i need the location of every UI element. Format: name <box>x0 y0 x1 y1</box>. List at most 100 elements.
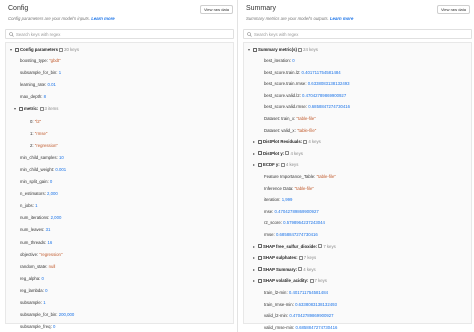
config-row: subsample_for_bin: 200,000 <box>20 310 74 319</box>
config-row-value: "rmse" <box>34 130 48 136</box>
config-row-key: random_state: <box>20 263 48 269</box>
config-tree: ▾ Config parameters 20 keys boosting_type… <box>5 42 234 329</box>
summary-row-key: SHAP free_sulfur_dioxide: <box>263 243 318 249</box>
summary-view-raw-button[interactable]: View raw data <box>436 5 470 14</box>
summary-search-placeholder: Search keys with regex <box>254 32 299 37</box>
summary-row-key: best_score.valid.l2: <box>264 92 301 98</box>
object-icon <box>258 244 262 249</box>
summary-row: best_score.train.l2: 0.401711754581484 <box>264 68 341 77</box>
summary-row: Dataset: train_x: "table-file" <box>264 114 316 123</box>
summary-row-key: best_score.train.rmse: <box>264 81 307 87</box>
summary-row: valid_rmse-min: 0.6858847274730416 <box>264 323 337 332</box>
summary-row: rmse: 0.6858847274730416 <box>264 230 318 239</box>
summary-row-value: "table-file" <box>316 174 336 179</box>
summary-row-value: 0.6338083138132493 <box>307 81 350 87</box>
summary-row-key: ECDF y: <box>263 162 280 168</box>
summary-row-key: SHAP volatile_acidity: <box>263 278 309 284</box>
config-row-key: min_split_gain: <box>20 179 49 184</box>
copy-icon[interactable] <box>285 151 290 156</box>
summary-row: train_rmse-min: 0.6338083138132493 <box>264 300 337 309</box>
summary-learn-more-link[interactable]: Learn more <box>330 16 353 21</box>
summary-root-count: 24 keys <box>303 47 318 52</box>
summary-root-row[interactable]: ▾ Summary metric(s) 24 keys <box>248 45 318 54</box>
summary-row: best_score.train.rmse: 0.633808313813249… <box>264 79 350 88</box>
summary-row[interactable]: ▸ SHAP volatile_acidity: 7 keys <box>253 276 327 285</box>
config-row: min_split_gain: 0 <box>20 177 52 186</box>
config-row-value: 1 <box>58 70 62 76</box>
config-row-key: num_iterations: <box>20 215 50 221</box>
summary-row: Inference Data: "table-file" <box>264 184 314 193</box>
summary-row-value: "table-file" <box>296 116 316 121</box>
summary-root-key: Summary metric(s) <box>258 47 297 52</box>
summary-row-value: 4 keys <box>303 266 316 272</box>
config-row-value: null <box>48 263 56 269</box>
summary-row-value: "table-file" <box>296 127 317 133</box>
config-row-key: num_threads: <box>20 239 47 245</box>
summary-row[interactable]: ▸ SHAP Summary: 4 keys <box>253 265 316 274</box>
summary-row-value: 0.47042789869900927 <box>274 208 319 214</box>
config-row: num_threads: 16 <box>20 238 52 247</box>
config-row-key: 0: <box>30 118 34 124</box>
config-row-value: 0 <box>45 287 48 293</box>
search-icon <box>9 32 14 37</box>
summary-row: Feature Importance_Table: "table-file" <box>264 172 336 181</box>
summary-row[interactable]: ▸ DistPlot y: 4 keys <box>253 149 303 158</box>
summary-row: mse: 0.47042789869900927 <box>264 207 319 216</box>
summary-row: best_iteration: 0 <box>264 56 295 65</box>
summary-row-value: 7 keys <box>303 255 317 261</box>
summary-title: Summary <box>246 5 276 12</box>
summary-row-value: 4 keys <box>308 139 321 145</box>
copy-icon[interactable] <box>298 255 303 260</box>
summary-row-key: r2_score: <box>264 220 282 226</box>
copy-icon[interactable] <box>280 162 285 167</box>
summary-row-value: 7 keys <box>323 243 336 249</box>
summary-row-key: SHAP sulphates: <box>263 255 298 261</box>
summary-row-value: "table-file" <box>294 185 314 191</box>
config-row-key: 1: <box>30 130 34 136</box>
object-icon <box>258 267 262 272</box>
config-panel: Config Config parameters are your model'… <box>0 0 237 332</box>
config-row: 0: "l2" <box>30 117 41 126</box>
config-search-input[interactable]: Search keys with regex <box>5 29 234 39</box>
object-icon <box>258 162 262 167</box>
summary-row[interactable]: ▸ DistPlot Residuals: 4 keys <box>253 137 321 146</box>
copy-icon[interactable] <box>309 278 314 283</box>
config-view-raw-button[interactable]: View raw data <box>199 5 233 14</box>
object-icon <box>258 278 262 283</box>
config-row: subsample_for_bin: 1 <box>20 68 61 77</box>
summary-row[interactable]: ▸ ECDF y: 4 keys <box>253 160 298 169</box>
config-row[interactable]: ▾ metric: 3 items <box>14 104 58 113</box>
summary-row-key: best_score.train.l2: <box>264 69 301 75</box>
config-learn-more-link[interactable]: Learn more <box>91 16 114 21</box>
object-icon <box>15 47 19 52</box>
summary-subtitle: Summary metrics are your model's outputs… <box>246 16 353 21</box>
config-row-value: 0 <box>49 179 53 184</box>
copy-icon[interactable] <box>298 267 303 272</box>
summary-row-key: Inference Data: <box>264 185 294 191</box>
config-search-placeholder: Search keys with regex <box>16 32 61 37</box>
config-root-row[interactable]: ▾ Config parameters 20 keys <box>10 45 79 54</box>
summary-row[interactable]: ▸ SHAP free_sulfur_dioxide: 7 keys <box>253 242 336 251</box>
config-row-value: "regression" <box>34 142 58 148</box>
config-row-value: 3 items <box>44 106 59 112</box>
summary-row-value: 7 keys <box>314 278 327 284</box>
copy-icon[interactable] <box>318 244 323 249</box>
summary-search-input[interactable]: Search keys with regex <box>243 29 472 39</box>
summary-row-value: 0.6858847274730416 <box>275 232 318 237</box>
copy-icon[interactable] <box>298 47 303 52</box>
config-row-value: 1 <box>43 300 46 305</box>
config-row: 1: "rmse" <box>30 129 47 138</box>
config-row-value: 0 <box>52 324 56 330</box>
object-icon <box>258 139 262 144</box>
config-row-key: subsample: <box>20 300 42 305</box>
copy-icon[interactable] <box>59 47 64 52</box>
summary-row-key: rmse: <box>264 232 275 237</box>
copy-icon[interactable] <box>303 139 308 144</box>
config-row-key: subsample_for_bin: <box>20 312 58 318</box>
config-row-value: 0.01 <box>47 82 56 88</box>
config-row: subsample_freq: 0 <box>20 322 55 331</box>
summary-row[interactable]: ▸ SHAP sulphates: 7 keys <box>253 253 316 262</box>
copy-icon[interactable] <box>39 106 44 111</box>
config-row-key: num_leaves: <box>20 227 45 233</box>
config-row: min_child_samples: 10 <box>20 153 64 162</box>
